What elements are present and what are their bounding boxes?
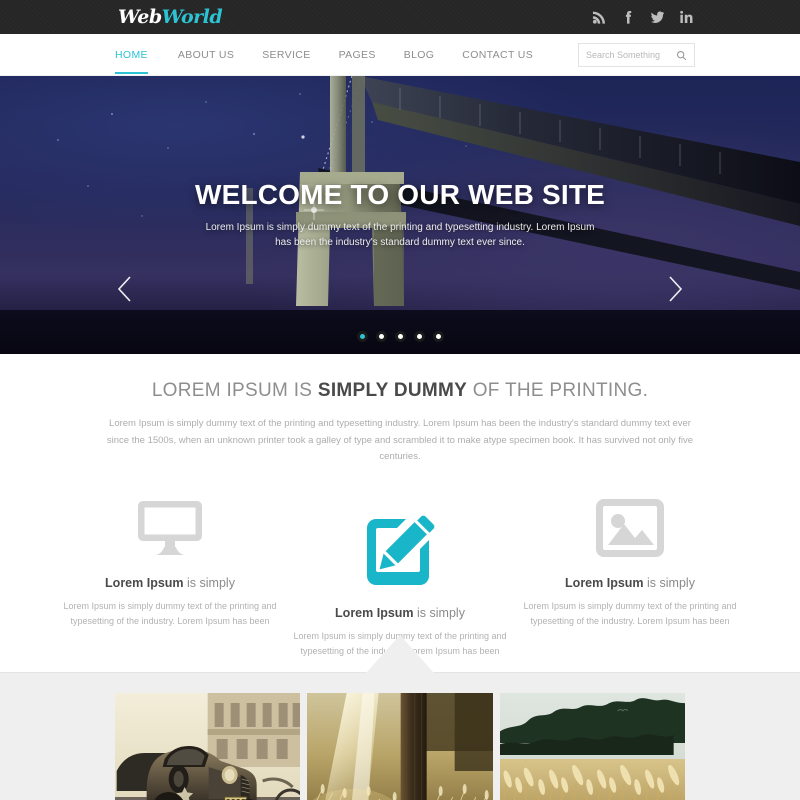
nav-menu: HOME ABOUT US SERVICE PAGES BLOG CONTACT… <box>115 34 547 76</box>
slider-dot-4[interactable] <box>413 331 425 342</box>
social-links <box>592 10 694 25</box>
search-input[interactable] <box>586 50 676 60</box>
section-title-pre: LOREM IPSUM IS <box>151 380 318 401</box>
facebook-icon <box>625 11 632 24</box>
section-title: LOREM IPSUM IS SIMPLY DUMMY OF THE PRINT… <box>0 380 800 402</box>
portfolio-section <box>0 635 800 800</box>
slider-dot-3[interactable] <box>394 331 406 342</box>
chevron-left-icon <box>117 276 131 302</box>
feature-icon-wrap <box>63 482 277 574</box>
hero-subtitle: Lorem Ipsum is simply dummy text of the … <box>205 221 595 249</box>
feature-card-monitor[interactable]: Lorem Ipsum is simply Lorem Ipsum is sim… <box>55 482 285 630</box>
hero-slider: WELCOME TO OUR WEB SITE Lorem Ipsum is s… <box>0 76 800 354</box>
feature-title: Lorem Ipsum is simply <box>293 606 507 620</box>
site-logo[interactable]: WebWorld <box>118 6 223 28</box>
feature-title-bold: Lorem Ipsum <box>565 575 644 590</box>
feature-title-rest: is simply <box>183 575 235 590</box>
nav-item-service[interactable]: SERVICE <box>248 34 324 76</box>
feature-title: Lorem Ipsum is simply <box>63 576 277 590</box>
portfolio-thumb-sunlit-field[interactable] <box>307 693 493 800</box>
linkedin-link[interactable] <box>679 10 694 25</box>
wheat-field-image <box>499 693 685 800</box>
slider-next-button[interactable] <box>662 272 688 306</box>
facebook-link[interactable] <box>621 10 636 25</box>
twitter-icon <box>650 11 665 23</box>
feature-title-rest: is simply <box>413 605 465 620</box>
nav-item-home[interactable]: HOME <box>115 34 164 76</box>
feature-icon-wrap <box>293 496 507 604</box>
feature-card-picture[interactable]: Lorem Ipsum is simply Lorem Ipsum is sim… <box>515 482 745 630</box>
nav-item-about-us[interactable]: ABOUT US <box>164 34 248 76</box>
page-root: WebWorld HOME ABOUT US SERVICE PAGES BLO… <box>0 0 800 800</box>
chevron-right-icon <box>669 276 683 302</box>
slider-dot-5[interactable] <box>432 331 444 342</box>
services-section: LOREM IPSUM IS SIMPLY DUMMY OF THE PRINT… <box>0 354 800 660</box>
monitor-icon <box>138 500 202 555</box>
pencil-edit-icon <box>367 515 435 585</box>
linkedin-icon <box>680 10 693 23</box>
slider-dot-1[interactable] <box>356 331 368 342</box>
main-navigation: HOME ABOUT US SERVICE PAGES BLOG CONTACT… <box>0 34 800 76</box>
portfolio-grid <box>115 693 685 800</box>
nav-item-contact-us[interactable]: CONTACT US <box>448 34 547 76</box>
nav-item-blog[interactable]: BLOG <box>390 34 449 76</box>
vintage-car-image <box>115 693 301 800</box>
feature-title-bold: Lorem Ipsum <box>105 575 184 590</box>
nav-item-pages[interactable]: PAGES <box>325 34 390 76</box>
slider-prev-button[interactable] <box>112 272 138 306</box>
top-bar: WebWorld <box>0 0 800 34</box>
hero-copy: WELCOME TO OUR WEB SITE Lorem Ipsum is s… <box>0 179 800 251</box>
rss-link[interactable] <box>592 10 607 25</box>
sunlit-field-image <box>307 693 493 800</box>
logo-word-1: Web <box>118 6 162 28</box>
picture-icon <box>596 498 664 557</box>
feature-icon-wrap <box>523 482 737 574</box>
search-icon[interactable] <box>676 50 687 61</box>
logo-word-2: World <box>161 6 223 28</box>
twitter-link[interactable] <box>650 10 665 25</box>
search-box[interactable] <box>578 43 695 67</box>
portfolio-thumb-vintage-car[interactable] <box>115 693 301 800</box>
slider-dot-2[interactable] <box>375 331 387 342</box>
feature-description: Lorem Ipsum is simply dummy text of the … <box>63 600 277 627</box>
slider-dots <box>0 331 800 342</box>
section-title-bold: SIMPLY DUMMY <box>317 380 468 401</box>
section-description: Lorem Ipsum is simply dummy text of the … <box>106 418 694 463</box>
rss-icon <box>592 11 605 24</box>
feature-list: Lorem Ipsum is simply Lorem Ipsum is sim… <box>0 482 800 660</box>
feature-title-rest: is simply <box>643 575 695 590</box>
section-notch-arrow <box>366 635 434 673</box>
feature-title: Lorem Ipsum is simply <box>523 576 737 590</box>
hero-title: WELCOME TO OUR WEB SITE <box>194 179 606 210</box>
feature-title-bold: Lorem Ipsum <box>335 605 414 620</box>
portfolio-thumb-wheat-field[interactable] <box>499 693 685 800</box>
section-title-post: OF THE PRINTING. <box>467 380 649 401</box>
feature-description: Lorem Ipsum is simply dummy text of the … <box>523 600 737 627</box>
